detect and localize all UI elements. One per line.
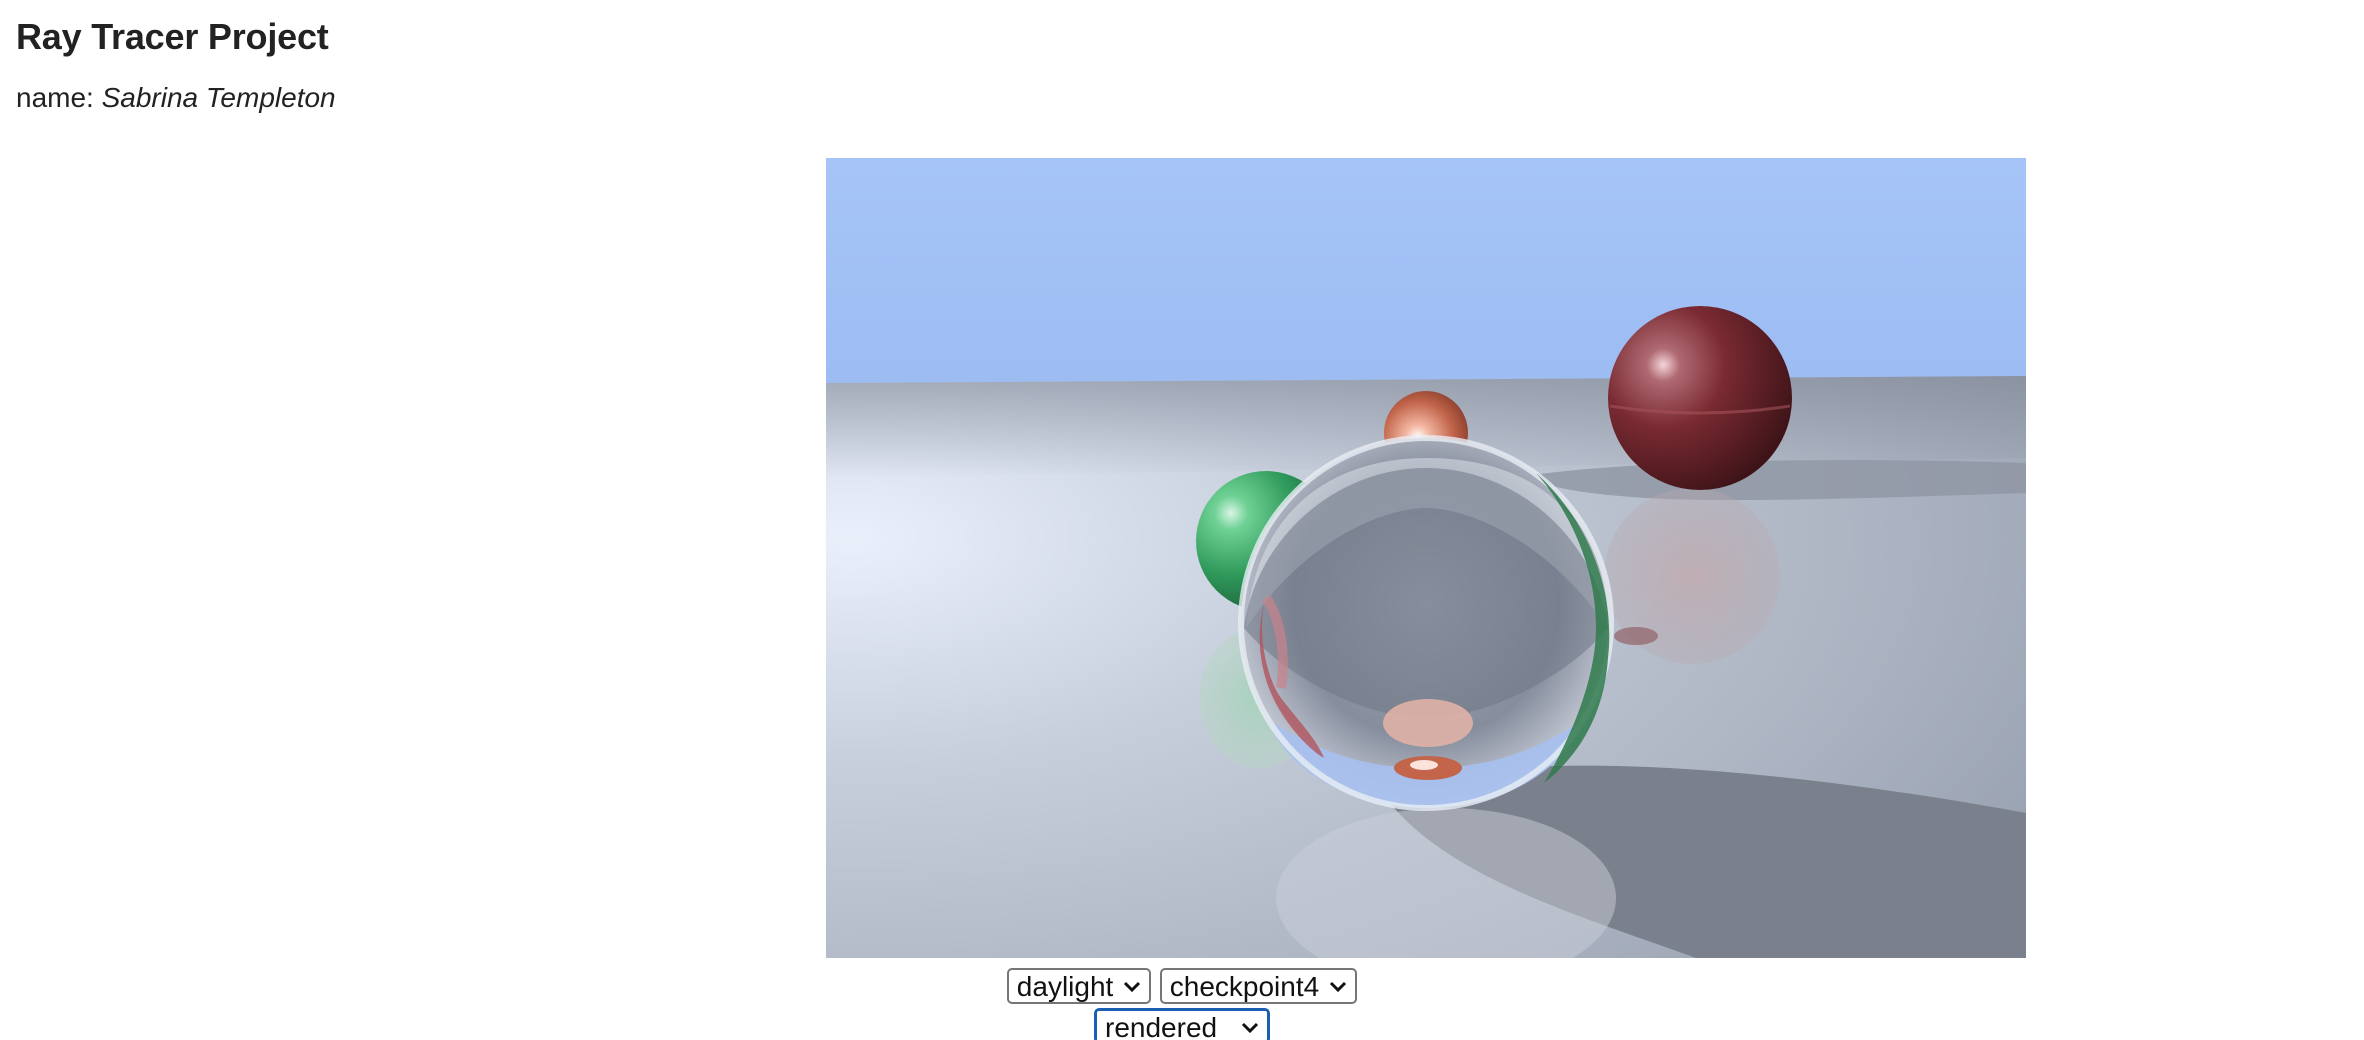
page: Ray Tracer Project name: Sabrina Templet… <box>0 0 2364 1040</box>
page-title: Ray Tracer Project <box>16 16 329 57</box>
mode-select-value: rendered <box>1105 1012 1218 1040</box>
mode-select[interactable]: rendered <box>1093 1007 1271 1040</box>
mode-controls: rendered <box>0 1007 2364 1040</box>
lighting-select-value: daylight <box>1016 971 1114 1002</box>
author-name: Sabrina Templeton <box>101 82 336 113</box>
author-line: name: Sabrina Templeton <box>16 82 336 114</box>
scene-controls: daylight checkpoint4 <box>0 968 2364 1004</box>
scene-select-value: checkpoint4 <box>1169 971 1320 1002</box>
scene-select[interactable]: checkpoint4 <box>1159 968 1358 1004</box>
chevron-down-icon <box>1241 1022 1259 1034</box>
red-sphere <box>1608 306 1792 490</box>
name-label: name: <box>16 82 94 113</box>
chevron-down-icon <box>1330 981 1347 993</box>
chevron-down-icon <box>1124 981 1141 993</box>
rendered-scene <box>826 158 2026 958</box>
render-canvas[interactable] <box>826 158 2026 958</box>
lighting-select[interactable]: daylight <box>1006 968 1152 1004</box>
